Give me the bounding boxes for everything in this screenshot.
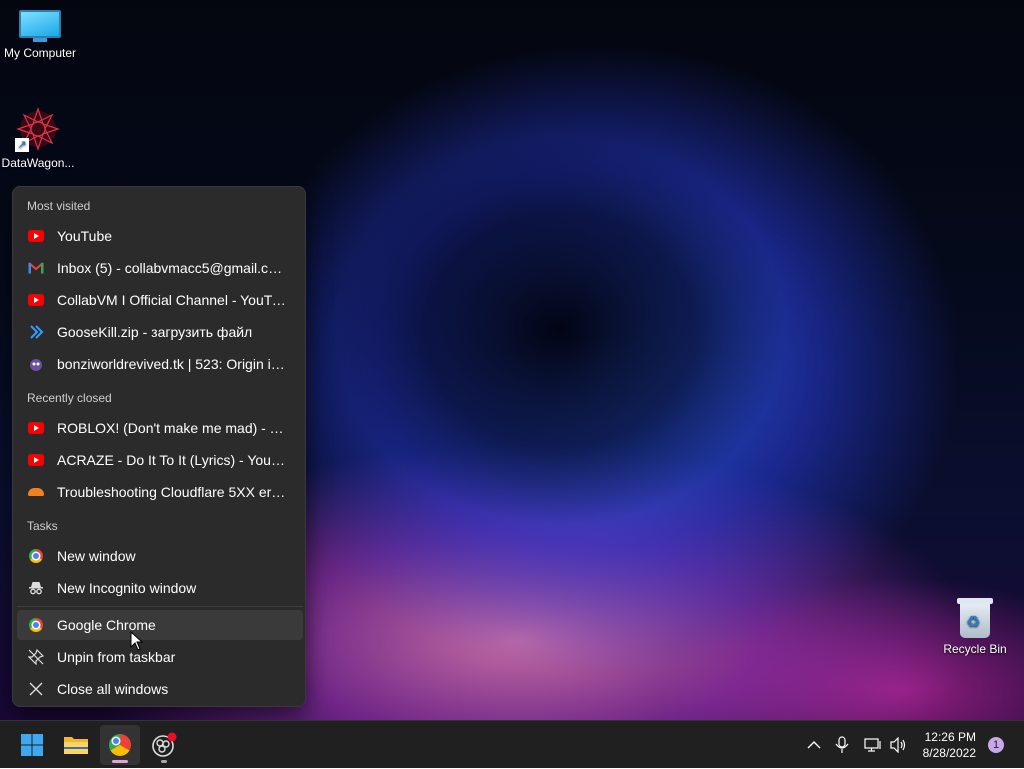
file-explorer-icon: [64, 737, 88, 754]
desktop-icon-recycle-bin[interactable]: ♻ Recycle Bin: [935, 598, 1015, 656]
jumplist-item-collabvm[interactable]: CollabVM I Official Channel - YouTube: [17, 285, 303, 315]
monitor-icon: [19, 10, 61, 42]
desktop-icon-label: My Computer: [3, 46, 77, 60]
bonzi-icon: [27, 355, 45, 373]
jumplist-item-label: Close all windows: [57, 681, 169, 697]
jumplist-item-label: New window: [57, 548, 136, 564]
section-title-tasks: Tasks: [27, 519, 58, 533]
jumplist-item-new-incognito-window[interactable]: New Incognito window: [17, 573, 303, 603]
jumplist-item-label: New Incognito window: [57, 580, 197, 596]
jumplist-item-cloudflare[interactable]: Troubleshooting Cloudflare 5XX errors: [17, 477, 303, 507]
jumplist-item-roblox-video[interactable]: ROBLOX! (Don't make me mad) - YouTube: [17, 413, 303, 443]
cloudflare-icon: [27, 483, 45, 501]
jumplist-item-youtube[interactable]: YouTube: [17, 221, 303, 251]
clock-time: 12:26 PM: [924, 730, 976, 744]
chrome-icon: [27, 547, 45, 565]
taskbar-active-indicator: [112, 760, 128, 763]
jumplist-item-label: ACRAZE - Do It To It (Lyrics) - YouTube: [57, 452, 289, 468]
recycle-bin-icon: ♻: [957, 598, 993, 638]
volume-icon: [890, 737, 906, 753]
unpin-icon: [27, 648, 45, 666]
jumplist-item-label: YouTube: [57, 228, 113, 244]
gmail-icon: [27, 259, 45, 277]
incognito-icon: [27, 579, 45, 597]
taskbar-obs[interactable]: [144, 725, 184, 765]
volume-tray-button[interactable]: [888, 721, 910, 769]
desktop-icon-label: Recycle Bin: [943, 642, 1007, 656]
taskbar-chrome[interactable]: [100, 725, 140, 765]
youtube-icon: [27, 291, 45, 309]
desktop-icon-label: DataWagon...: [1, 156, 75, 170]
start-button[interactable]: [12, 725, 52, 765]
youtube-icon: [27, 227, 45, 245]
chevron-site-icon: [27, 323, 45, 341]
jumplist-item-goosekill[interactable]: GooseKill.zip - загрузить файл: [17, 317, 303, 347]
chrome-icon: [27, 616, 45, 634]
jumplist-item-new-window[interactable]: New window: [17, 541, 303, 571]
youtube-icon: [27, 451, 45, 469]
microphone-icon: [835, 736, 849, 753]
microphone-tray-button[interactable]: [832, 721, 852, 769]
section-title-most-visited: Most visited: [27, 199, 91, 213]
taskbar: 12:26 PM 8/28/2022 1: [0, 720, 1024, 768]
taskbar-file-explorer[interactable]: [56, 725, 96, 765]
obs-icon: [152, 732, 177, 757]
jumplist-item-label: bonziworldrevived.tk | 523: Origin is un…: [57, 356, 289, 372]
jumplist-item-unpin[interactable]: Unpin from taskbar: [17, 642, 303, 672]
desktop-icon-my-computer[interactable]: My Computer: [0, 10, 80, 60]
jumplist-item-gmail[interactable]: Inbox (5) - collabvmacc5@gmail.com - Gma…: [17, 253, 303, 283]
network-tray-button[interactable]: [862, 721, 884, 769]
jumplist-item-label: Unpin from taskbar: [57, 649, 176, 665]
jumplist-item-acraze-video[interactable]: ACRAZE - Do It To It (Lyrics) - YouTube: [17, 445, 303, 475]
jumplist-item-label: Troubleshooting Cloudflare 5XX errors: [57, 484, 289, 500]
notification-badge[interactable]: 1: [988, 737, 1004, 753]
jumplist-item-bonziworld[interactable]: bonziworldrevived.tk | 523: Origin is un…: [17, 349, 303, 379]
section-title-recently-closed: Recently closed: [27, 391, 112, 405]
chevron-up-icon: [807, 741, 821, 749]
datawagon-logo-icon: ↗: [15, 106, 61, 152]
taskbar-running-indicator: [161, 760, 167, 763]
jumplist-item-label: Google Chrome: [57, 617, 156, 633]
jumplist-divider: [17, 606, 303, 607]
start-icon: [21, 734, 43, 756]
network-icon: [864, 738, 881, 752]
jumplist-item-label: ROBLOX! (Don't make me mad) - YouTube: [57, 420, 289, 436]
taskbar-clock[interactable]: 12:26 PM 8/28/2022: [923, 729, 976, 761]
youtube-icon: [27, 419, 45, 437]
jumplist-item-google-chrome[interactable]: Google Chrome: [17, 610, 303, 640]
show-hidden-icons-button[interactable]: [804, 721, 824, 769]
shortcut-arrow-icon: ↗: [15, 138, 29, 152]
desktop-icon-datawagon[interactable]: ↗ DataWagon...: [0, 106, 78, 170]
chrome-icon: [109, 734, 131, 756]
jumplist-item-close-all[interactable]: Close all windows: [17, 674, 303, 704]
chrome-jump-list: Most visited YouTube Inbox (5) - collabv…: [12, 186, 306, 707]
jumplist-item-label: Inbox (5) - collabvmacc5@gmail.com - Gma…: [57, 260, 289, 276]
clock-date: 8/28/2022: [922, 746, 976, 760]
jumplist-item-label: CollabVM I Official Channel - YouTube: [57, 292, 289, 308]
close-icon: [27, 680, 45, 698]
jumplist-item-label: GooseKill.zip - загрузить файл: [57, 324, 253, 340]
